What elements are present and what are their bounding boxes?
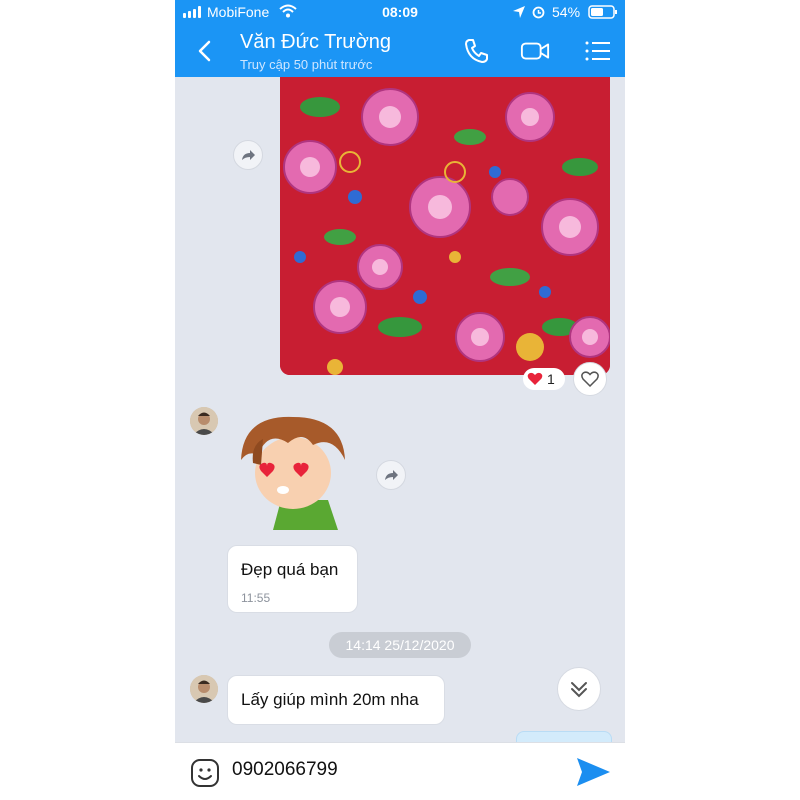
message-bubble[interactable]: Lấy giúp mình 20m nha — [227, 675, 445, 725]
chat-header: MobiFone 08:09 54% Văn Đức Trường Truy c… — [175, 0, 625, 77]
reaction-badge[interactable]: 1 — [523, 368, 565, 390]
send-button[interactable] — [573, 755, 613, 789]
reaction-count: 1 — [547, 371, 555, 387]
back-icon[interactable] — [193, 38, 219, 64]
chevron-down-icon — [571, 682, 587, 698]
message-text: Đẹp quá bạn — [241, 560, 339, 579]
composer-bar — [175, 742, 625, 800]
chat-screen: MobiFone 08:09 54% Văn Đức Trường Truy c… — [175, 0, 625, 800]
alarm-icon — [532, 6, 545, 19]
battery-icon — [588, 5, 617, 19]
react-button[interactable] — [573, 362, 607, 396]
phone-call-icon[interactable] — [462, 36, 492, 66]
scroll-down-button[interactable] — [557, 667, 601, 711]
contact-name[interactable]: Văn Đức Trường — [240, 31, 391, 54]
forward-icon[interactable] — [376, 460, 406, 490]
message-time: 11:55 — [241, 591, 271, 605]
avatar[interactable] — [190, 407, 218, 435]
message-input[interactable] — [232, 759, 552, 781]
floral-fabric-image — [280, 77, 610, 375]
contact-status: Truy cập 50 phút trước — [240, 57, 373, 72]
heart-outline-icon — [581, 371, 599, 387]
sticker-image[interactable] — [233, 405, 353, 530]
sticker-icon[interactable] — [190, 758, 220, 788]
menu-icon[interactable] — [583, 36, 613, 66]
heart-icon — [527, 372, 543, 385]
location-icon — [513, 6, 525, 18]
message-bubble[interactable]: Đẹp quá bạn 11:55 — [227, 545, 358, 613]
forward-icon[interactable] — [233, 140, 263, 170]
date-separator: 14:14 25/12/2020 — [329, 632, 471, 658]
fabric-photo[interactable] — [280, 77, 610, 375]
battery-percent: 54% — [552, 4, 581, 20]
video-call-icon[interactable] — [520, 36, 550, 66]
message-text: Lấy giúp mình 20m nha — [241, 690, 419, 709]
avatar[interactable] — [190, 675, 218, 703]
